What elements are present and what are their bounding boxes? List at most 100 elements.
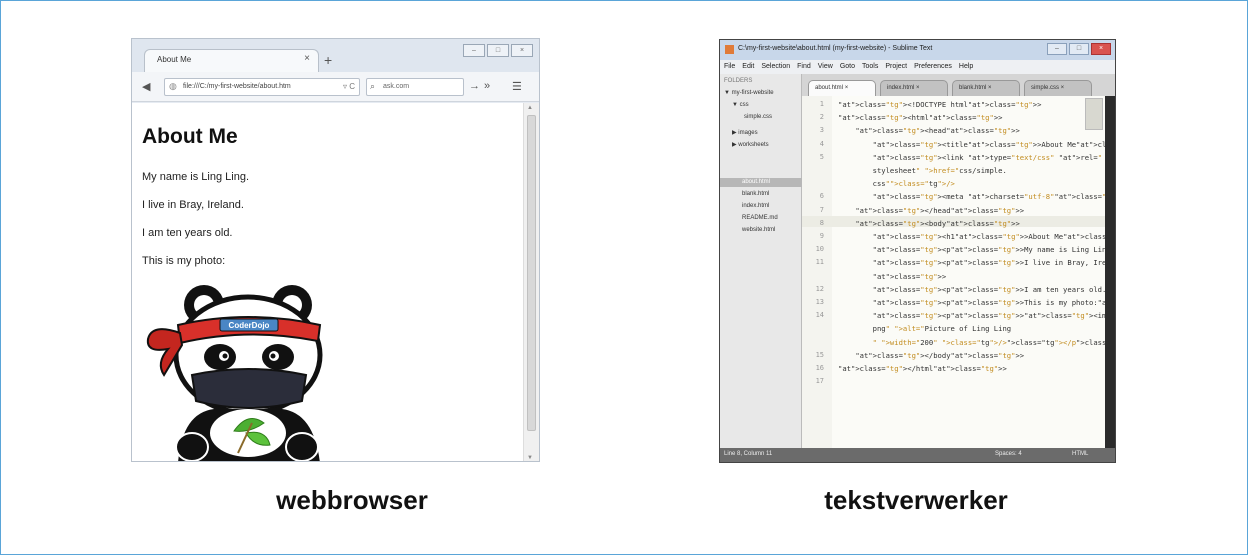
menu-goto[interactable]: Goto (840, 60, 855, 74)
line-number: 11 (815, 258, 824, 267)
minimize-icon[interactable]: – (463, 44, 485, 57)
code-line: "at">class="tg"><!DOCTYPE html"at">class… (838, 100, 1042, 109)
menu-project[interactable]: Project (885, 60, 907, 74)
editor-window-controls: – □ × (1047, 43, 1111, 55)
browser-tab[interactable]: About Me × (144, 49, 319, 72)
tab-label: blank.html (959, 85, 987, 91)
browser-scrollbar[interactable]: ▲ ▼ (523, 103, 539, 461)
page-paragraph: I live in Bray, Ireland. (142, 199, 244, 211)
search-bar[interactable]: ⌕ ask.com (366, 78, 464, 96)
caption-tekstverwerker: tekstverwerker (824, 485, 1008, 515)
sidebar-item-folder[interactable]: ▼ my-first-website (724, 90, 774, 96)
browser-page: About Me My name is Ling Ling. I live in… (132, 103, 524, 461)
editor-menu-bar: File Edit Selection Find View Goto Tools… (720, 60, 1115, 74)
back-arrow-icon[interactable]: ◀ (142, 80, 150, 93)
editor-tab-bar: about.html × index.html × blank.html × s… (802, 74, 1115, 96)
code-line: " ">width="200" ">class="tg">/>">class="… (872, 337, 1115, 347)
code-line: "at">class="tg"></html"at">class="tg">> (838, 364, 1007, 373)
line-number: 2 (819, 113, 824, 122)
line-number: 7 (819, 205, 824, 214)
line-number: 17 (815, 377, 824, 386)
search-placeholder: ask.com (383, 83, 410, 90)
menu-file[interactable]: File (724, 60, 735, 74)
status-syntax[interactable]: HTML (1072, 451, 1088, 457)
sidebar-item-file[interactable]: index.html (742, 203, 769, 209)
maximize-icon[interactable]: □ (1069, 43, 1089, 55)
browser-nav-bar: ◀ ◍ file:///C:/my-first-website/about.ht… (132, 72, 539, 102)
overflow-icon[interactable]: » (484, 80, 490, 92)
code-editor[interactable]: 1 "at">class="tg"><!DOCTYPE html"at">clas… (802, 96, 1115, 450)
code-line: "at">class="tg"><body"at">class="tg">> (855, 218, 1020, 228)
code-line: "at">class="tg"><html"at">class="tg">> (838, 113, 1003, 123)
sidebar-item-folder[interactable]: ▶ images (732, 129, 758, 136)
browser-tab-title: About Me (157, 55, 192, 64)
status-position: Line 8, Column 11 (724, 451, 773, 457)
editor-sidebar: FOLDERS ▼ my-first-website ▼ css simple.… (720, 74, 802, 450)
line-number-gutter (802, 96, 832, 450)
menu-tools[interactable]: Tools (862, 60, 878, 74)
minimap[interactable] (1085, 98, 1103, 130)
editor-window-title: C:\my-first-website\about.html (my-first… (738, 45, 933, 52)
line-number: 6 (819, 192, 824, 201)
line-number: 3 (819, 126, 824, 135)
sidebar-item-file[interactable]: blank.html (742, 191, 769, 197)
code-line: "at">class="tg"><p"at">class="tg">>I am … (872, 284, 1115, 294)
sidebar-item-file[interactable]: simple.css (744, 114, 772, 120)
menu-preferences[interactable]: Preferences (914, 60, 952, 74)
code-line: "at">class="tg"><p"at">class="tg">>This … (872, 298, 1115, 307)
page-heading: About Me (142, 125, 238, 148)
sidebar-header: FOLDERS (724, 78, 753, 84)
line-number: 10 (815, 245, 824, 254)
browser-tab-bar: About Me × + – □ × (132, 39, 539, 72)
scroll-down-icon[interactable]: ▼ (527, 455, 533, 461)
menu-icon[interactable]: ☰ (512, 80, 522, 93)
editor-tab-active[interactable]: about.html × (808, 80, 876, 96)
address-bar[interactable]: ◍ file:///C:/my-first-website/about.htm … (164, 78, 360, 96)
browser-window-controls: – □ × (463, 44, 533, 57)
line-number: 1 (819, 100, 824, 108)
menu-view[interactable]: View (818, 60, 833, 74)
maximize-icon[interactable]: □ (487, 44, 509, 57)
menu-edit[interactable]: Edit (742, 60, 754, 74)
caption-webbrowser: webbrowser (276, 485, 428, 515)
minimize-icon[interactable]: – (1047, 43, 1067, 55)
close-window-icon[interactable]: × (1091, 43, 1111, 55)
line-number: 4 (819, 139, 824, 148)
sidebar-item-file[interactable]: README.md (742, 215, 778, 221)
code-line: css"">class="tg">/> (838, 179, 955, 189)
editor-tab[interactable]: index.html × (880, 80, 948, 96)
page-paragraph: My name is Ling Ling. (142, 171, 249, 183)
code-line: png" ">alt="Picture of Ling Ling (838, 324, 1012, 334)
line-number: 8 (819, 218, 824, 227)
go-arrow-icon[interactable]: → (469, 80, 480, 92)
code-line: "at">class="tg"><meta "at">charset="utf-… (872, 192, 1115, 202)
tab-label: about.html (815, 85, 844, 91)
editor-tab[interactable]: blank.html × (952, 80, 1020, 96)
code-line: "at">class="tg"><h1"at">class="tg">>Abou… (872, 232, 1115, 241)
sidebar-item-folder[interactable]: ▼ css (732, 102, 749, 108)
close-tab-icon[interactable]: × (304, 53, 310, 64)
reload-icon[interactable]: ▿ C (343, 82, 355, 91)
menu-selection[interactable]: Selection (761, 60, 790, 74)
sidebar-item-folder[interactable]: ▶ worksheets (732, 141, 769, 148)
menu-find[interactable]: Find (797, 60, 811, 74)
page-paragraph: I am ten years old. (142, 227, 233, 239)
editor-scrollbar[interactable] (1105, 96, 1115, 450)
tab-label: simple.css (1031, 85, 1060, 91)
new-tab-icon[interactable]: + (324, 52, 332, 68)
close-window-icon[interactable]: × (511, 44, 533, 57)
scroll-thumb[interactable] (527, 115, 536, 431)
status-indent[interactable]: Spaces: 4 (995, 451, 1022, 457)
line-number: 16 (815, 364, 824, 372)
line-number: 12 (815, 284, 824, 293)
sidebar-item-file[interactable]: website.html (742, 227, 775, 233)
search-icon: ⌕ (370, 81, 376, 91)
sidebar-item-file[interactable]: about.html (742, 179, 770, 185)
scroll-up-icon[interactable]: ▲ (527, 105, 533, 111)
text-editor-window: C:\my-first-website\about.html (my-first… (719, 39, 1116, 463)
line-number: 9 (819, 232, 824, 240)
panda-photo: CoderDojo (146, 285, 323, 461)
editor-tab[interactable]: simple.css × (1024, 80, 1092, 96)
menu-help[interactable]: Help (959, 60, 973, 74)
headband-text: CoderDojo (229, 321, 270, 330)
